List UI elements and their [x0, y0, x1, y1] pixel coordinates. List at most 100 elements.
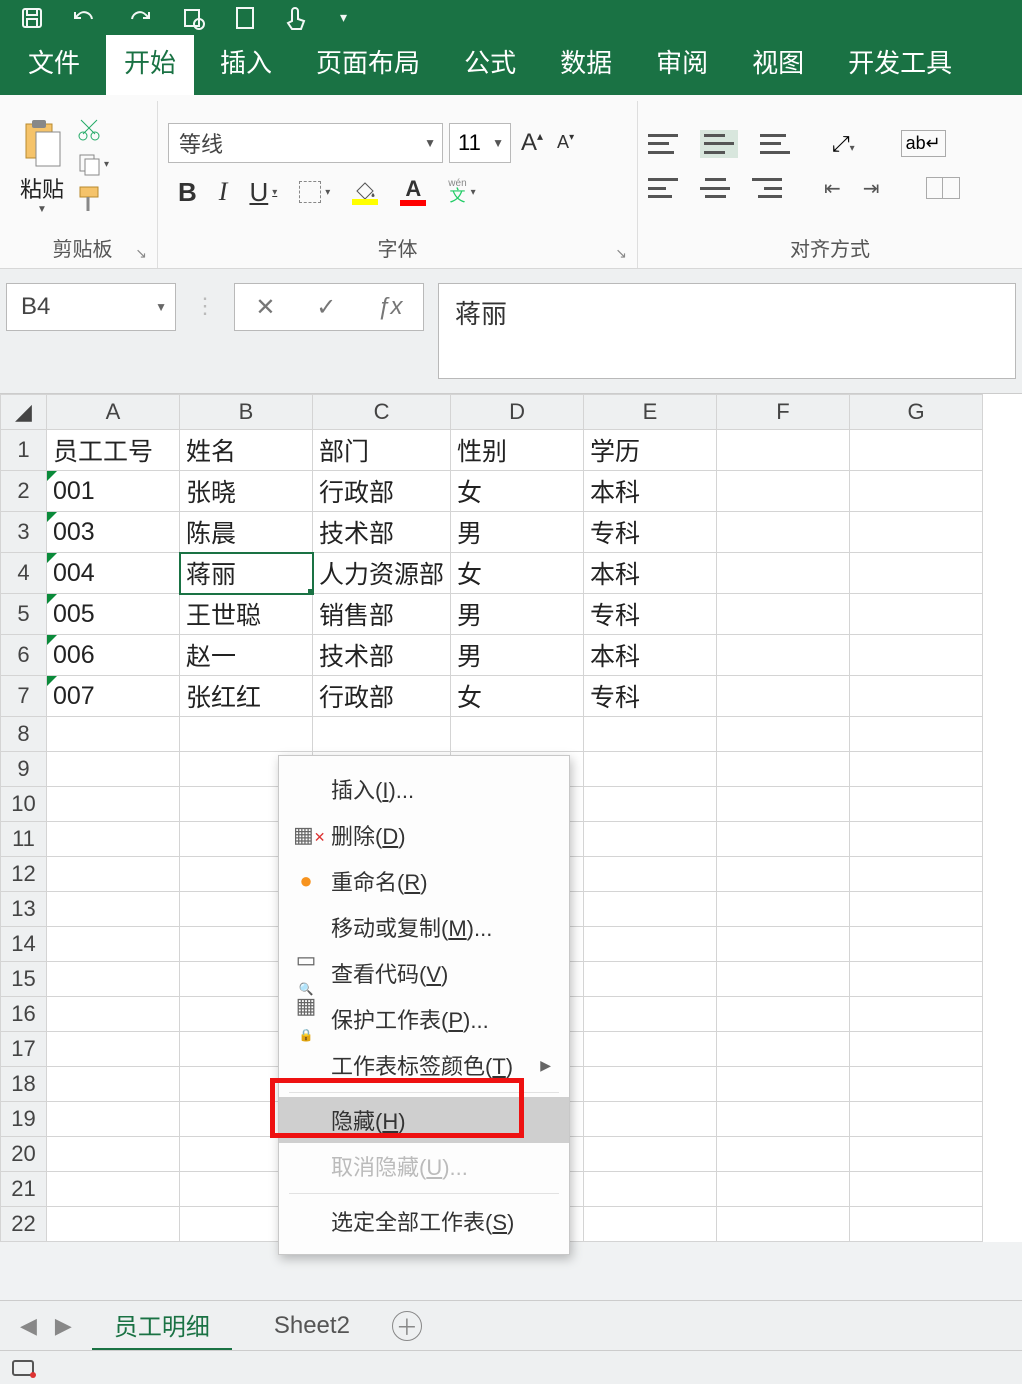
row-header[interactable]: 20: [1, 1137, 47, 1172]
tab-scroll-left-icon[interactable]: ◀: [20, 1313, 37, 1339]
cell[interactable]: [584, 1067, 717, 1102]
row-header[interactable]: 1: [1, 430, 47, 471]
cell[interactable]: 本科: [584, 553, 717, 594]
column-header[interactable]: E: [584, 395, 717, 430]
align-left-icon[interactable]: [648, 178, 678, 198]
align-right-icon[interactable]: [752, 178, 782, 198]
tab-page-layout[interactable]: 页面布局: [298, 35, 438, 95]
tab-file[interactable]: 文件: [10, 35, 98, 95]
cell[interactable]: 007: [47, 676, 180, 717]
cell[interactable]: [850, 594, 983, 635]
column-header[interactable]: B: [180, 395, 313, 430]
column-header[interactable]: C: [313, 395, 451, 430]
cell[interactable]: 张晓: [180, 471, 313, 512]
cell[interactable]: [584, 787, 717, 822]
cell[interactable]: [47, 1172, 180, 1207]
row-header[interactable]: 15: [1, 962, 47, 997]
row-header[interactable]: 17: [1, 1032, 47, 1067]
tab-review[interactable]: 审阅: [638, 35, 726, 95]
cell[interactable]: [850, 1032, 983, 1067]
cell[interactable]: [717, 717, 850, 752]
cancel-formula-icon[interactable]: ✕: [255, 293, 275, 322]
cell[interactable]: [584, 857, 717, 892]
cell[interactable]: [47, 1137, 180, 1172]
tab-home[interactable]: 开始: [106, 35, 194, 95]
cell[interactable]: [584, 1172, 717, 1207]
cell[interactable]: [47, 1207, 180, 1242]
font-color-button[interactable]: A: [400, 178, 426, 206]
menu-protect-sheet[interactable]: ▦🔒保护工作表(P)...: [279, 996, 569, 1042]
cell[interactable]: 男: [451, 512, 584, 553]
cell[interactable]: [717, 512, 850, 553]
row-header[interactable]: 10: [1, 787, 47, 822]
cut-button[interactable]: [76, 117, 109, 143]
cell[interactable]: [850, 997, 983, 1032]
phonetic-guide-button[interactable]: wén文▾: [448, 179, 475, 205]
cell[interactable]: [850, 430, 983, 471]
cell[interactable]: [717, 430, 850, 471]
row-header[interactable]: 6: [1, 635, 47, 676]
cell[interactable]: [584, 927, 717, 962]
increase-font-icon[interactable]: A▴: [517, 129, 547, 157]
tab-data[interactable]: 数据: [542, 35, 630, 95]
increase-indent-icon[interactable]: ⇥: [863, 176, 880, 201]
cell[interactable]: [47, 962, 180, 997]
cell[interactable]: [717, 553, 850, 594]
row-header[interactable]: 5: [1, 594, 47, 635]
column-header[interactable]: A: [47, 395, 180, 430]
cell[interactable]: [313, 717, 451, 752]
cell[interactable]: [584, 717, 717, 752]
cell[interactable]: 员工工号: [47, 430, 180, 471]
cell[interactable]: [47, 857, 180, 892]
cell[interactable]: [717, 1032, 850, 1067]
cell[interactable]: [47, 892, 180, 927]
cell[interactable]: [180, 717, 313, 752]
row-header[interactable]: 9: [1, 752, 47, 787]
font-launcher-icon[interactable]: ↘: [615, 245, 627, 262]
cell[interactable]: 行政部: [313, 676, 451, 717]
row-header[interactable]: 4: [1, 553, 47, 594]
cell[interactable]: 王世聪: [180, 594, 313, 635]
cell[interactable]: [717, 787, 850, 822]
menu-hide[interactable]: 隐藏(H): [279, 1097, 569, 1143]
row-header[interactable]: 22: [1, 1207, 47, 1242]
new-file-icon[interactable]: [234, 5, 256, 31]
row-header[interactable]: 14: [1, 927, 47, 962]
tab-view[interactable]: 视图: [734, 35, 822, 95]
cell[interactable]: [717, 1207, 850, 1242]
row-header[interactable]: 7: [1, 676, 47, 717]
cell[interactable]: 006: [47, 635, 180, 676]
row-header[interactable]: 13: [1, 892, 47, 927]
cell[interactable]: [717, 594, 850, 635]
cell[interactable]: [717, 962, 850, 997]
menu-view-code[interactable]: ▭🔍查看代码(V): [279, 950, 569, 996]
font-size-combo[interactable]: 11▼: [449, 123, 511, 163]
insert-function-icon[interactable]: ƒx: [377, 293, 402, 321]
cell[interactable]: 姓名: [180, 430, 313, 471]
cell[interactable]: 女: [451, 471, 584, 512]
cell[interactable]: 人力资源部: [313, 553, 451, 594]
cell[interactable]: 性别: [451, 430, 584, 471]
cell[interactable]: [717, 1102, 850, 1137]
tab-scroll-right-icon[interactable]: ▶: [55, 1313, 72, 1339]
cell[interactable]: [850, 892, 983, 927]
cell[interactable]: [850, 1172, 983, 1207]
row-header[interactable]: 3: [1, 512, 47, 553]
menu-insert[interactable]: 插入(I)...: [279, 766, 569, 812]
cell[interactable]: [850, 962, 983, 997]
cell[interactable]: 蒋丽: [180, 553, 313, 594]
cell[interactable]: [850, 471, 983, 512]
cell[interactable]: 女: [451, 676, 584, 717]
paste-dropdown-icon[interactable]: ▼: [37, 204, 47, 215]
cell[interactable]: [584, 1102, 717, 1137]
cell[interactable]: [717, 676, 850, 717]
cell[interactable]: [47, 1102, 180, 1137]
align-middle-icon[interactable]: [700, 130, 738, 158]
row-header[interactable]: 18: [1, 1067, 47, 1102]
underline-button[interactable]: U▾: [249, 177, 277, 208]
cell[interactable]: 技术部: [313, 512, 451, 553]
fill-color-button[interactable]: [352, 179, 378, 205]
orientation-button[interactable]: ⤢▾: [832, 131, 855, 157]
cell[interactable]: 女: [451, 553, 584, 594]
cell[interactable]: [47, 927, 180, 962]
